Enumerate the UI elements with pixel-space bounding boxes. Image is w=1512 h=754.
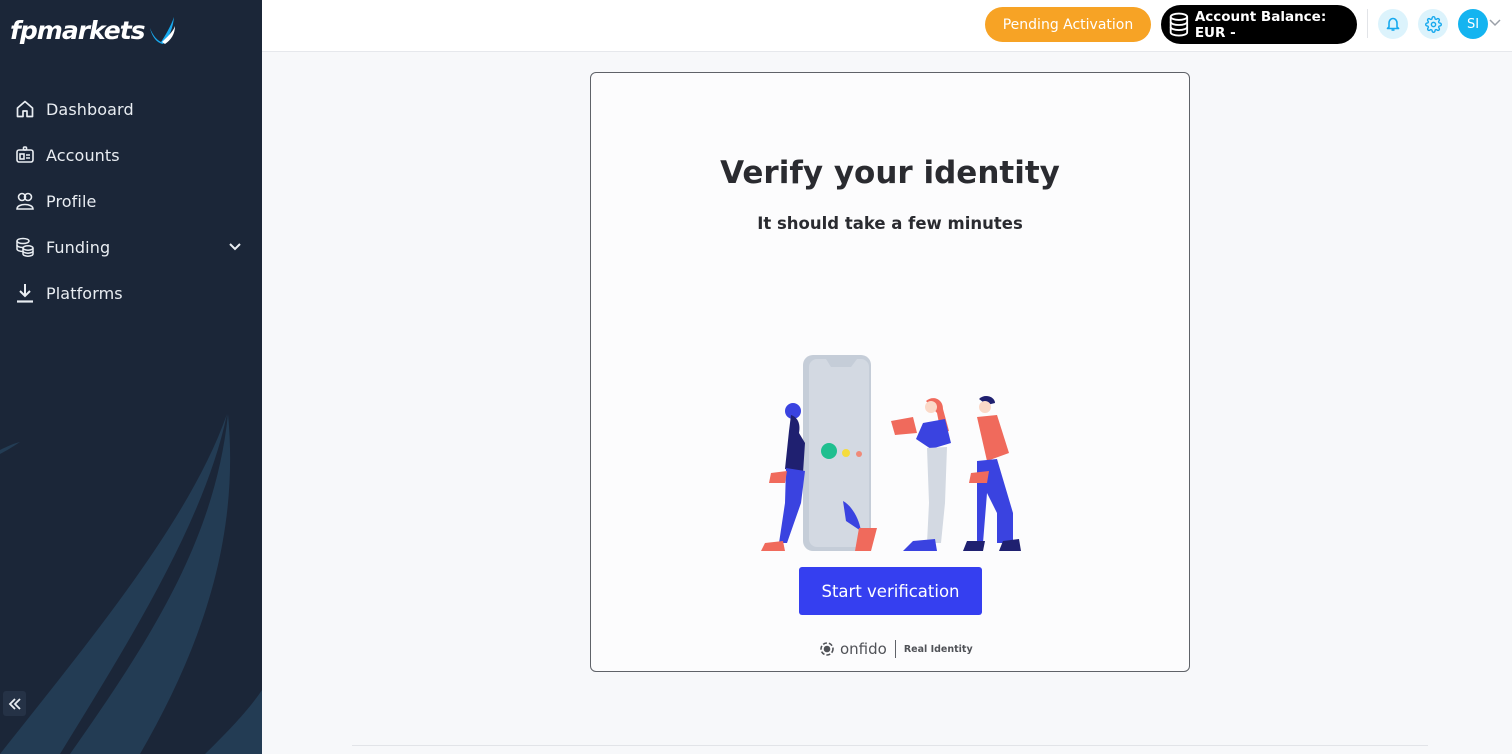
card-subtitle: It should take a few minutes [757,214,1023,233]
chevron-down-icon[interactable] [228,240,242,254]
sidebar-item-label: Dashboard [46,99,134,119]
user-avatar[interactable]: SI [1458,9,1488,39]
coins-stack-icon [1169,12,1189,36]
users-icon [15,191,35,211]
onfido-branding: onfido Real Identity [819,640,973,658]
fpmarkets-logo[interactable]: fpmarkets [10,14,177,46]
sidebar-item-label: Funding [46,237,111,257]
verification-illustration [761,355,1021,551]
sidebar-item-label: Platforms [46,283,123,303]
logo-swoosh-icon [149,17,175,44]
sidebar-nav: Dashboard Accounts Profile Funding Platf… [0,86,262,316]
topbar: Pending Activation Account Balance: EUR … [262,0,1512,52]
id-card-icon [15,145,35,165]
sidebar-item-funding[interactable]: Funding [0,224,262,270]
card-title: Verify your identity [720,155,1060,191]
bell-icon [1386,17,1400,31]
provider-divider [894,640,896,658]
account-balance-label: Account Balance: EUR - [1194,8,1327,41]
double-chevron-left-icon [8,697,21,710]
provider-name: onfido [840,640,887,658]
sidebar-item-profile[interactable]: Profile [0,178,262,224]
gear-icon [1424,15,1442,33]
verify-identity-card: Verify your identity It should take a fe… [590,72,1190,672]
notifications-button[interactable] [1378,9,1408,39]
start-verification-button[interactable]: Start verification [799,567,982,615]
account-balance-button[interactable]: Account Balance: EUR - [1161,5,1357,44]
footer-divider [352,745,1428,746]
sidebar-item-label: Profile [46,191,97,211]
coins-icon [15,237,35,257]
chevron-down-icon[interactable] [1488,18,1502,28]
sidebar-item-accounts[interactable]: Accounts [0,132,262,178]
collapse-sidebar-button[interactable] [3,691,26,716]
logo-text: fpmarkets [10,15,146,45]
sidebar-item-platforms[interactable]: Platforms [0,270,262,316]
pending-activation-button[interactable]: Pending Activation [985,7,1151,42]
home-icon [15,99,35,119]
settings-button[interactable] [1418,9,1448,39]
provider-tagline: Real Identity [903,643,973,655]
onfido-logo-icon [820,642,834,656]
download-icon [15,283,35,303]
sidebar: fpmarkets Dashboard Accounts Profile Fun… [0,0,262,754]
sidebar-item-label: Accounts [46,145,120,165]
topbar-divider [1367,9,1368,38]
sidebar-item-dashboard[interactable]: Dashboard [0,86,262,132]
